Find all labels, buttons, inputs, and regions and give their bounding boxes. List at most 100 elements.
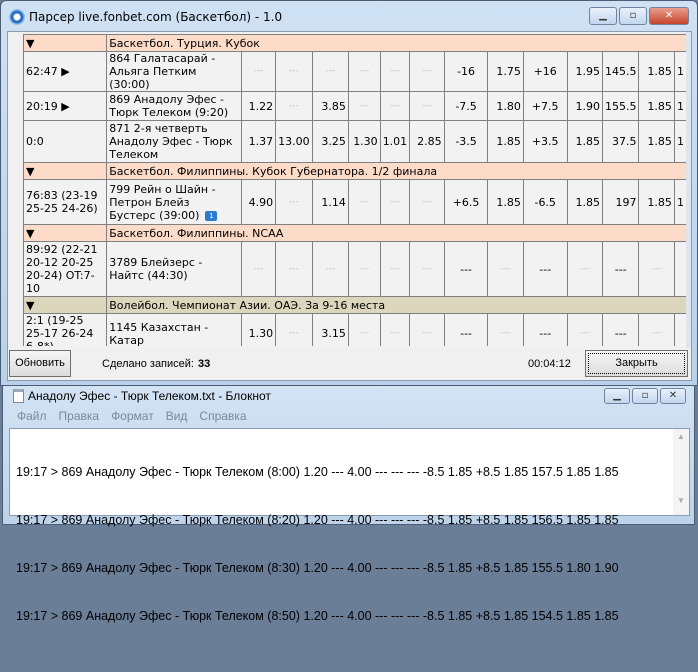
odds-cell: -16 [443, 51, 489, 92]
odds-cell: 1.85 [487, 179, 524, 225]
minimize-button[interactable]: ▁ [589, 7, 617, 25]
group-row[interactable]: ▼ Баскетбол. Филиппины. Кубок Губернатора… [23, 162, 687, 180]
group-label: Баскетбол. Филиппины. NCAA [106, 224, 687, 242]
odds-cell [673, 241, 687, 297]
odds-cell: 1.85 [566, 179, 603, 225]
event-row[interactable]: 62:47 ▶ 864 Галатасарай - Альяга Петким (… [23, 51, 687, 92]
odds-cell: 1.85 [638, 91, 675, 121]
event-name: 864 Галатасарай - Альяга Петким (30:00) [106, 51, 242, 92]
odds-cell: +16 [522, 51, 568, 92]
event-name-text: 1145 Казахстан - Катар [109, 320, 209, 347]
notepad-window: Анадолу Эфес - Тюрк Телеком.txt - Блокно… [2, 385, 695, 623]
odds-cell: 2.85 [409, 120, 445, 163]
odds-cell: 13.00 [275, 120, 313, 163]
odds-cell: 1.22 [240, 91, 277, 121]
event-row[interactable]: 20:19 ▶ 869 Анадолу Эфес - Тюрк Телеком (… [23, 91, 687, 121]
timer: 00:04:12 [528, 358, 571, 370]
menu-file[interactable]: Файл [17, 406, 47, 426]
menu-view[interactable]: Вид [166, 406, 188, 426]
event-name: 799 Рейн о Шайн - Петрон Блейз Бустерс (… [106, 179, 242, 225]
event-row[interactable]: 76:83 (23-19 25-25 24-26) 799 Рейн о Шайн… [23, 179, 687, 225]
odds-cell: 4.90 [240, 179, 277, 225]
odds-cell: +6.5 [443, 179, 489, 225]
odds-cell: --- [487, 313, 524, 346]
notepad-scrollbar[interactable]: ▲ ▼ [673, 429, 689, 515]
odds-cell: --- [347, 313, 381, 346]
odds-cell: --- [275, 91, 313, 121]
event-row[interactable]: 0:0 871 2-я четверть Анадолу Эфес - Тюрк … [23, 120, 687, 163]
notepad-icon [13, 389, 24, 403]
notepad-close-button[interactable]: ✕ [660, 388, 686, 404]
odds-cell: --- [522, 241, 568, 297]
odds-cell: 1.85 [566, 120, 603, 163]
odds-cell: --- [240, 51, 277, 92]
event-name: 3789 Блейзерс - Найтс (44:30) [106, 241, 242, 297]
tv-broadcast-icon[interactable]: 1 [205, 210, 218, 221]
odds-cell: --- [379, 51, 411, 92]
group-row[interactable]: ▼ Баскетбол. Филиппины. NCAA [23, 224, 687, 242]
group-row[interactable]: ▼ Баскетбол. Турция. Кубок [23, 34, 687, 52]
odds-cell: 1 [673, 51, 687, 92]
notepad-maximize-button[interactable]: ▫ [632, 388, 658, 404]
odds-cell: 1.90 [566, 91, 603, 121]
collapse-toggle[interactable]: ▼ [23, 34, 108, 52]
odds-cell: 1.30 [240, 313, 277, 346]
odds-cell: -6.5 [522, 179, 568, 225]
gear-icon [9, 9, 25, 25]
event-row[interactable]: 2:1 (19-25 25-17 26-24 6-8*)1145 Казахст… [23, 313, 687, 347]
odds-cell: --- [379, 179, 411, 225]
event-status: 76:83 (23-19 25-25 24-26) [23, 179, 108, 225]
odds-cell: 1.80 [487, 91, 524, 121]
event-name: 871 2-я четверть Анадолу Эфес - Тюрк Тел… [106, 120, 242, 163]
notepad-menu: Файл Правка Формат Вид Справка [9, 406, 689, 426]
odds-cell: 1.01 [379, 120, 411, 163]
event-row[interactable]: 89:92 (22-21 20-12 20-25 20-24) OT:7-10 3… [23, 241, 687, 297]
odds-cell: --- [566, 241, 603, 297]
maximize-button[interactable]: ▫ [619, 7, 647, 25]
odds-cell: 1.85 [638, 51, 675, 92]
notepad-minimize-button[interactable]: ▁ [604, 388, 630, 404]
odds-cell: --- [409, 179, 445, 225]
parser-window: Парсер live.fonbet.com (Баскетбол) - 1.0… [0, 0, 698, 386]
refresh-button[interactable]: Обновить [9, 350, 71, 377]
event-name-text: 871 2-я четверть Анадолу Эфес - Тюрк Тел… [109, 122, 233, 161]
odds-cell: --- [566, 313, 603, 346]
menu-format[interactable]: Формат [111, 406, 154, 426]
menu-edit[interactable]: Правка [59, 406, 100, 426]
vertical-scrollbar[interactable] [686, 32, 691, 348]
odds-cell: --- [638, 241, 675, 297]
text-line: 19:17 > 869 Анадолу Эфес - Тюрк Телеком … [16, 465, 619, 479]
odds-cell [673, 313, 687, 346]
group-row[interactable]: ▼ Волейбол. Чемпионат Азии. ОАЭ. За 9-16 … [23, 296, 687, 314]
odds-cell: 1.85 [487, 120, 524, 163]
odds-cell: --- [347, 241, 381, 297]
odds-cell: 1.37 [240, 120, 277, 163]
odds-cell: --- [601, 313, 640, 346]
menu-help[interactable]: Справка [199, 406, 246, 426]
odds-cell: --- [409, 241, 445, 297]
notepad-text-area[interactable]: 19:17 > 869 Анадолу Эфес - Тюрк Телеком … [9, 428, 690, 623]
events-table: ▼ Баскетбол. Турция. Кубок 62:47 ▶ 864 Гала… [23, 34, 687, 346]
odds-cell: --- [638, 313, 675, 346]
odds-cell: --- [347, 51, 381, 92]
group-label: Баскетбол. Филиппины. Кубок Губернатора.… [106, 162, 687, 180]
odds-cell: --- [275, 241, 313, 297]
odds-cell: --- [275, 179, 313, 225]
odds-cell: 1.85 [638, 179, 675, 225]
odds-cell: +3.5 [522, 120, 568, 163]
text-line: 19:17 > 869 Анадолу Эфес - Тюрк Телеком … [16, 561, 619, 575]
collapse-toggle[interactable]: ▼ [23, 224, 108, 242]
odds-cell: 3.85 [311, 91, 349, 121]
collapse-toggle[interactable]: ▼ [23, 296, 108, 314]
odds-cell: --- [347, 179, 381, 225]
client-area: ▼ Баскетбол. Турция. Кубок 62:47 ▶ 864 Гала… [7, 31, 692, 381]
odds-cell: 3.15 [311, 313, 349, 346]
event-status: 62:47 ▶ [23, 51, 108, 92]
close-window-button[interactable]: ✕ [649, 7, 689, 25]
events-grid: ▼ Баскетбол. Турция. Кубок 62:47 ▶ 864 Гала… [23, 34, 687, 346]
odds-cell: 155.5 [601, 91, 640, 121]
close-button[interactable]: Закрыть [585, 350, 688, 377]
odds-cell: --- [487, 241, 524, 297]
event-status: 0:0 [23, 120, 108, 163]
collapse-toggle[interactable]: ▼ [23, 162, 108, 180]
